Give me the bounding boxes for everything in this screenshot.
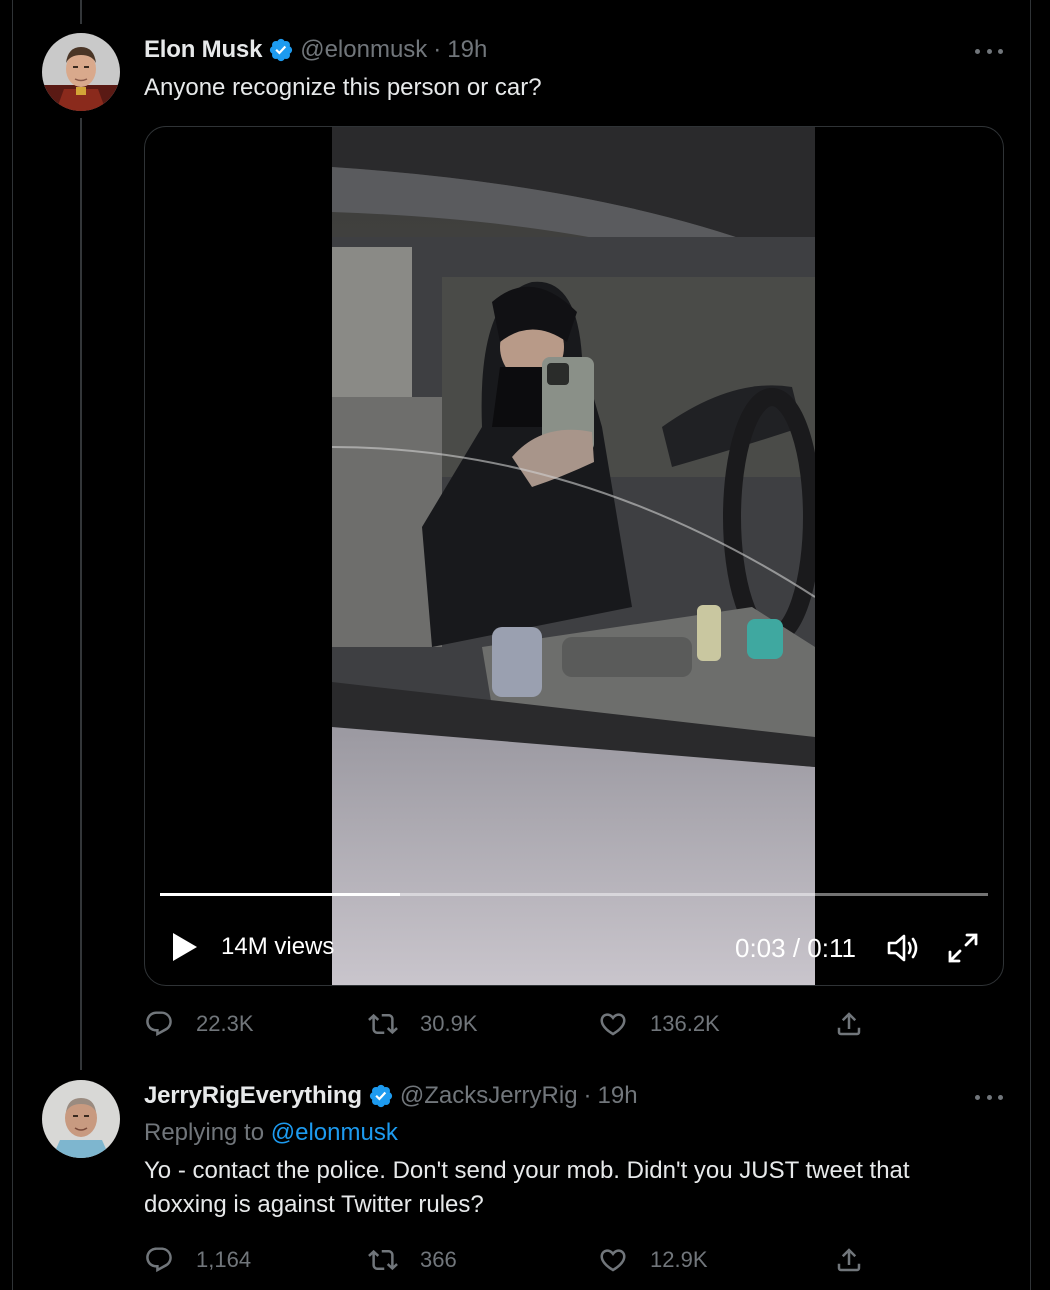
retweet-icon (368, 1249, 398, 1271)
reply-button[interactable]: 1,164 (144, 1240, 251, 1280)
like-icon (600, 1013, 626, 1036)
reply-count: 1,164 (196, 1247, 252, 1272)
video-frame[interactable] (332, 127, 815, 985)
thread-connector-top (80, 0, 82, 24)
retweet-count: 366 (420, 1247, 457, 1272)
reply-actions: 1,164 366 12.9K (144, 1240, 874, 1280)
more-icon[interactable] (975, 1092, 1003, 1102)
reply-author-name[interactable]: JerryRigEverything (144, 1082, 362, 1110)
reply-count: 22.3K (196, 1011, 254, 1036)
author-name[interactable]: Elon Musk (144, 36, 262, 64)
video-views: 14M views (221, 933, 335, 960)
tweet-text: Anyone recognize this person or car? (144, 74, 542, 101)
reply-text-line-2: doxxing is against Twitter rules? (144, 1191, 484, 1218)
reply-header-separator: · (583, 1082, 592, 1109)
timeline-border-right (1030, 0, 1031, 1290)
video-progress-bar[interactable] (160, 893, 988, 896)
avatar-jerryrig[interactable] (42, 1080, 120, 1158)
video-timecode: 0:03 / 0:11 (735, 933, 856, 963)
reply-header: JerryRigEverything @ZacksJerryRig · 19h (144, 1078, 638, 1114)
share-button[interactable] (834, 1240, 886, 1280)
author-handle[interactable]: @elonmusk (300, 36, 427, 64)
reply-icon (146, 1011, 172, 1037)
fullscreen-icon[interactable] (945, 930, 981, 966)
reply-time[interactable]: 19h (598, 1082, 638, 1110)
like-button[interactable]: 12.9K (598, 1240, 708, 1280)
video-progress-fill (160, 893, 401, 896)
like-count: 136.2K (650, 1011, 720, 1036)
avatar-elon[interactable] (42, 33, 120, 111)
retweet-button[interactable]: 366 (368, 1240, 457, 1280)
retweet-count: 30.9K (420, 1011, 478, 1036)
retweet-icon (368, 1013, 398, 1035)
replying-to: Replying to @elonmusk (144, 1116, 398, 1150)
tweet-header: Elon Musk @elonmusk · 19h (144, 32, 487, 68)
video-player[interactable]: 14M views 0:03 / 0:11 (144, 126, 1004, 986)
like-button[interactable]: 136.2K (598, 1004, 720, 1044)
tweet-time[interactable]: 19h (447, 36, 487, 64)
reply-icon (146, 1247, 172, 1273)
tweet-actions: 22.3K 30.9K 136.2K (144, 1004, 874, 1044)
play-icon[interactable] (171, 931, 199, 963)
verified-badge-icon (369, 1084, 392, 1108)
like-icon (600, 1249, 626, 1272)
share-icon (837, 1012, 861, 1036)
volume-icon[interactable] (885, 930, 921, 966)
share-icon (837, 1248, 861, 1272)
reply-author-handle[interactable]: @ZacksJerryRig (400, 1082, 578, 1110)
retweet-button[interactable]: 30.9K (368, 1004, 478, 1044)
replying-to-link[interactable]: @elonmusk (271, 1119, 398, 1146)
header-separator: · (433, 36, 442, 63)
video-controls: 14M views 0:03 / 0:11 (145, 913, 1003, 983)
share-button[interactable] (834, 1004, 886, 1044)
more-icon[interactable] (975, 46, 1003, 56)
reply-button[interactable]: 22.3K (144, 1004, 254, 1044)
replying-label: Replying to (144, 1119, 265, 1146)
timeline-border-left (12, 0, 13, 1290)
like-count: 12.9K (650, 1247, 708, 1272)
verified-badge-icon (270, 38, 293, 62)
thread-connector (80, 118, 82, 1070)
reply-text-line-1: Yo - contact the police. Don't send your… (144, 1157, 910, 1184)
